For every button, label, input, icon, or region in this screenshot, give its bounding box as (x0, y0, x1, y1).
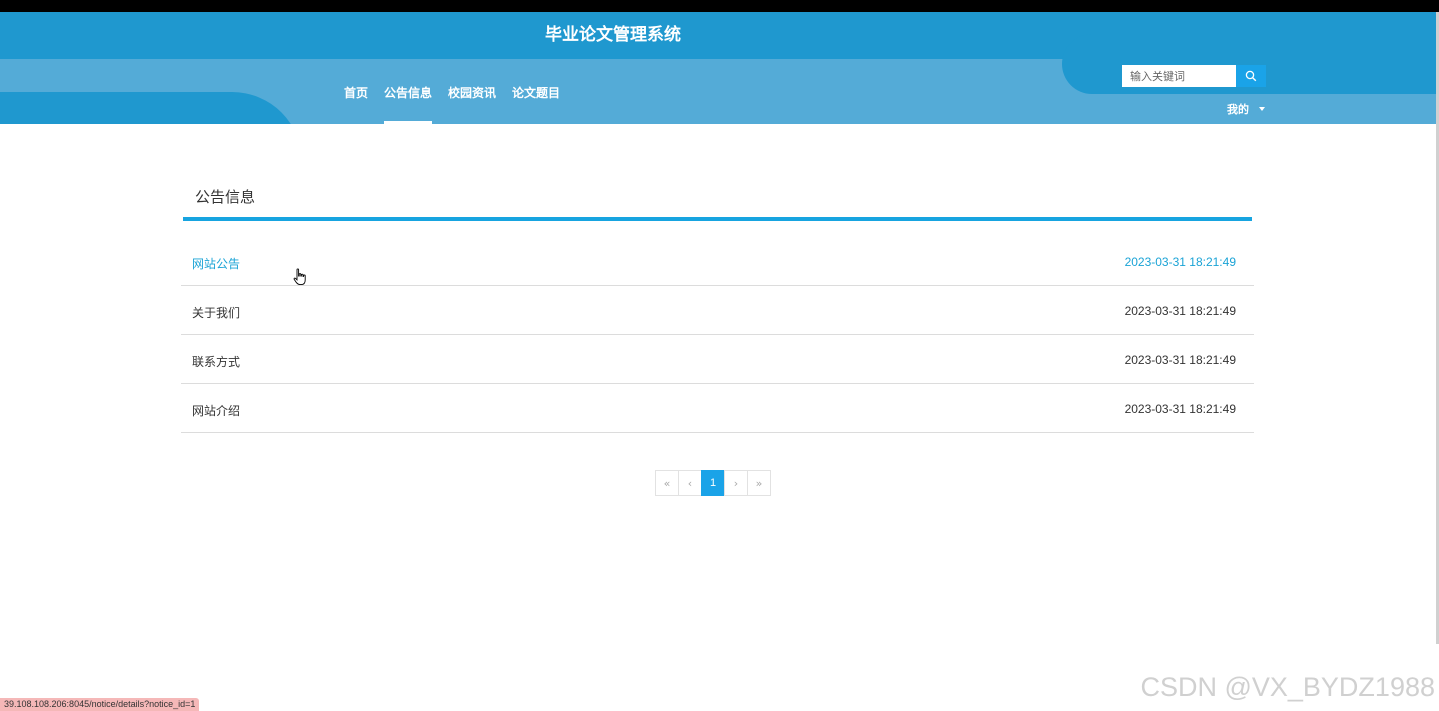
notice-title[interactable]: 网站公告 (192, 255, 240, 272)
notice-row[interactable]: 网站公告 2023-03-31 18:21:49 (181, 237, 1254, 286)
notice-list: 网站公告 2023-03-31 18:21:49 关于我们 2023-03-31… (181, 237, 1254, 433)
nav-item-campus-news[interactable]: 校园资讯 (440, 72, 504, 124)
current-page-button[interactable]: 1 (701, 470, 725, 496)
site-title: 毕业论文管理系统 (545, 25, 681, 45)
notice-date: 2023-03-31 18:21:49 (1124, 353, 1236, 367)
first-page-button[interactable]: « (655, 470, 679, 496)
nav-item-thesis-topics[interactable]: 论文题目 (504, 72, 568, 124)
section-divider (183, 217, 1252, 221)
header-wave-left (0, 92, 302, 124)
search-button[interactable] (1236, 65, 1266, 87)
search-icon (1245, 70, 1257, 82)
watermark: CSDN @VX_BYDZ1988 (1140, 672, 1435, 702)
notice-row[interactable]: 网站介绍 2023-03-31 18:21:49 (181, 384, 1254, 433)
prev-page-button[interactable]: ‹ (678, 470, 702, 496)
nav-item-notices[interactable]: 公告信息 (376, 72, 440, 124)
notice-date: 2023-03-31 18:21:49 (1124, 255, 1236, 269)
last-page-button[interactable]: » (747, 470, 771, 496)
notice-date: 2023-03-31 18:21:49 (1124, 304, 1236, 318)
user-menu[interactable]: 我的 (1227, 101, 1265, 117)
pagination: « ‹ 1 › » (655, 470, 771, 496)
notice-title[interactable]: 关于我们 (192, 304, 240, 321)
hand-cursor-icon (293, 268, 306, 286)
nav-item-home[interactable]: 首页 (336, 72, 376, 124)
notice-title[interactable]: 网站介绍 (192, 402, 240, 419)
browser-top-bar (0, 0, 1439, 12)
notice-date: 2023-03-31 18:21:49 (1124, 402, 1236, 416)
section-title: 公告信息 (195, 188, 256, 206)
caret-down-icon (1259, 107, 1265, 111)
notice-row[interactable]: 关于我们 2023-03-31 18:21:49 (181, 286, 1254, 335)
notice-row[interactable]: 联系方式 2023-03-31 18:21:49 (181, 335, 1254, 384)
main-nav: 首页 公告信息 校园资讯 论文题目 (336, 72, 568, 124)
user-menu-label: 我的 (1227, 103, 1249, 116)
search-input[interactable] (1122, 65, 1236, 87)
notice-title[interactable]: 联系方式 (192, 353, 240, 370)
status-bar-url: 39.108.108.206:8045/notice/details?notic… (0, 698, 200, 711)
next-page-button[interactable]: › (724, 470, 748, 496)
